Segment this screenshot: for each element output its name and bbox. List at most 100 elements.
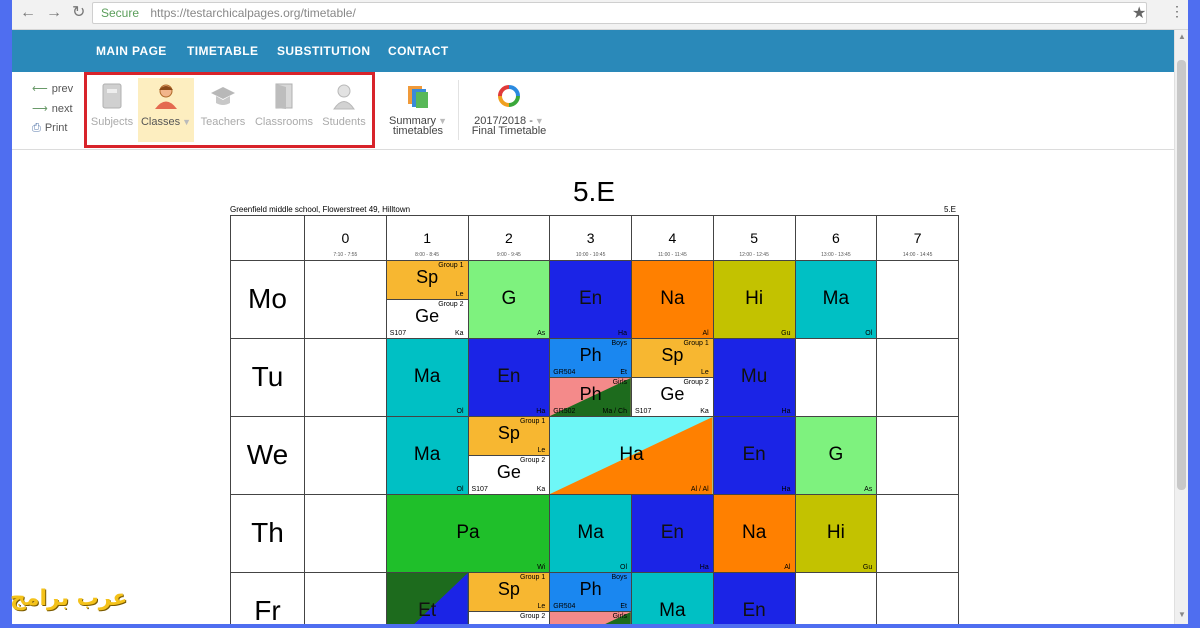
lesson-subject: En <box>660 521 684 543</box>
lesson-cell[interactable]: Sp Group 1 Le <box>467 416 551 456</box>
period-time: 10:00 - 10:45 <box>575 252 606 258</box>
lesson-subject: Pa <box>456 521 480 543</box>
lesson-cell[interactable]: Ph Boys Et GR504 <box>549 572 632 612</box>
scroll-thumb[interactable] <box>1177 60 1186 490</box>
day-name: We <box>246 439 289 470</box>
lesson-cell[interactable]: En <box>712 572 796 624</box>
day-name: Mo <box>248 283 287 314</box>
browser-menu-icon[interactable]: ⋮ <box>1170 3 1184 20</box>
empty-slot[interactable] <box>304 416 387 495</box>
lesson-group: Group 2 <box>519 457 546 464</box>
lesson-cell[interactable]: Ma Ol <box>385 416 469 495</box>
lesson-cell[interactable]: G As <box>467 260 551 339</box>
empty-slot[interactable] <box>304 494 387 573</box>
arrow-left-icon: ⟵ <box>32 83 48 95</box>
lesson-teacher: As <box>537 330 546 337</box>
print-link[interactable]: ⎙ Print <box>32 122 67 135</box>
bookmark-star-icon[interactable]: ★ <box>1132 3 1146 23</box>
lesson-cell[interactable]: Pa Wi <box>385 494 551 573</box>
url-text: https://testarchicalpages.org/timetable/ <box>150 6 356 20</box>
summary-timetables-button[interactable]: Summary ▼ timetables <box>384 78 452 142</box>
lesson-subject: Ph <box>579 345 602 365</box>
view-subjects-button[interactable]: Subjects <box>88 78 136 142</box>
lesson-cell[interactable]: Ma Ol <box>794 260 878 339</box>
lesson-cell[interactable]: Girls <box>549 611 632 624</box>
lesson-group: Girls <box>612 613 627 620</box>
lesson-teacher: Ha <box>618 330 627 337</box>
printer-icon: ⎙ <box>32 122 41 134</box>
empty-slot[interactable] <box>876 338 959 417</box>
lesson-cell[interactable]: Ge Group 2 Ka S107 <box>385 299 469 339</box>
empty-slot[interactable] <box>876 260 959 339</box>
lesson-cell[interactable]: Group 2 <box>467 611 551 624</box>
lesson-room: GR504 <box>553 603 576 610</box>
lesson-cell[interactable]: Sp Group 1 Le <box>631 338 714 378</box>
empty-slot[interactable] <box>876 416 959 495</box>
lesson-teacher: Ha <box>536 408 546 415</box>
period-number: 5 <box>750 230 759 246</box>
lesson-subject: En <box>579 287 603 309</box>
lesson-cell[interactable]: Ma <box>631 572 714 624</box>
term-select-button[interactable]: 2017/2018 - ▼ Final Timetable <box>464 78 554 142</box>
scroll-down-icon[interactable]: ▼ <box>1178 610 1186 619</box>
lesson-cell[interactable]: Ma Ol <box>549 494 632 573</box>
lesson-cell[interactable]: Ma Ol <box>385 338 469 417</box>
view-classrooms-button[interactable]: Classrooms <box>254 78 314 142</box>
view-classes-button[interactable]: Classes ▼ <box>138 78 194 142</box>
browser-nav-buttons[interactable]: ←→↻ <box>20 2 95 22</box>
empty-slot[interactable] <box>304 260 387 339</box>
period-time: 8:00 - 8:45 <box>415 252 440 258</box>
empty-slot[interactable] <box>794 572 878 624</box>
day-name: Fr <box>254 595 281 624</box>
lesson-cell[interactable]: Ph Girls Ma / Ch GR502 <box>549 377 632 417</box>
lesson-subject: Ma <box>822 287 850 309</box>
lesson-teacher: Ha <box>781 486 791 493</box>
lesson-teacher: Le <box>700 369 709 376</box>
address-bar[interactable]: Secure https://testarchicalpages.org/tim… <box>92 2 1147 24</box>
lesson-cell[interactable]: Et <box>385 572 469 624</box>
empty-slot[interactable] <box>794 338 878 417</box>
nav-substitution[interactable]: SUBSTITUTION <box>277 44 370 58</box>
lesson-cell[interactable]: Ha Al / Al <box>549 416 714 495</box>
lesson-cell[interactable]: En Ha <box>549 260 632 339</box>
lesson-cell[interactable]: Ge Group 2 Ka S107 <box>467 455 551 495</box>
view-teachers-button[interactable]: Teachers <box>198 78 248 142</box>
lesson-cell[interactable]: Na Al <box>712 494 796 573</box>
period-number: 7 <box>913 230 922 246</box>
lesson-teacher: As <box>864 486 873 493</box>
lesson-subject: Et <box>418 599 437 621</box>
lesson-cell[interactable]: Sp Group 1 Le <box>467 572 551 612</box>
lesson-cell[interactable]: En Ha <box>712 416 796 495</box>
lesson-cell[interactable]: Mu Ha <box>712 338 796 417</box>
lesson-subject: Ph <box>579 579 602 599</box>
lesson-cell[interactable]: G As <box>794 416 878 495</box>
lesson-teacher: Ol <box>456 408 464 415</box>
lesson-cell[interactable]: Ge Group 2 Ka S107 <box>631 377 714 417</box>
empty-slot[interactable] <box>304 338 387 417</box>
lesson-cell[interactable]: Na Al <box>631 260 714 339</box>
period-number: 1 <box>423 230 432 246</box>
prev-link[interactable]: ⟵ prev <box>32 82 73 95</box>
view-students-button[interactable]: Students <box>318 78 370 142</box>
lesson-teacher: Wi <box>537 564 546 571</box>
lesson-cell[interactable]: En Ha <box>631 494 714 573</box>
lesson-cell[interactable]: Hi Gu <box>712 260 796 339</box>
nav-timetable[interactable]: TIMETABLE <box>187 44 258 58</box>
empty-slot[interactable] <box>304 572 387 624</box>
empty-slot[interactable] <box>876 494 959 573</box>
next-link[interactable]: ⟶ next <box>32 102 73 115</box>
day-label: Fr <box>230 572 305 624</box>
lesson-cell[interactable]: Hi Gu <box>794 494 878 573</box>
nav-main-page[interactable]: MAIN PAGE <box>96 44 167 58</box>
lesson-cell[interactable]: Sp Group 1 Le <box>385 260 469 300</box>
lesson-subject: Ma <box>413 443 441 465</box>
refresh-cycle-icon <box>498 85 520 107</box>
page-scrollbar[interactable]: ▲ ▼ <box>1174 30 1188 624</box>
lesson-cell[interactable]: En Ha <box>467 338 551 417</box>
empty-slot[interactable] <box>876 572 959 624</box>
day-name: Th <box>251 517 284 548</box>
nav-contact[interactable]: CONTACT <box>388 44 449 58</box>
scroll-up-icon[interactable]: ▲ <box>1178 32 1186 41</box>
period-header: 6 13:00 - 13:45 <box>794 215 878 261</box>
lesson-cell[interactable]: Ph Boys Et GR504 <box>549 338 632 378</box>
